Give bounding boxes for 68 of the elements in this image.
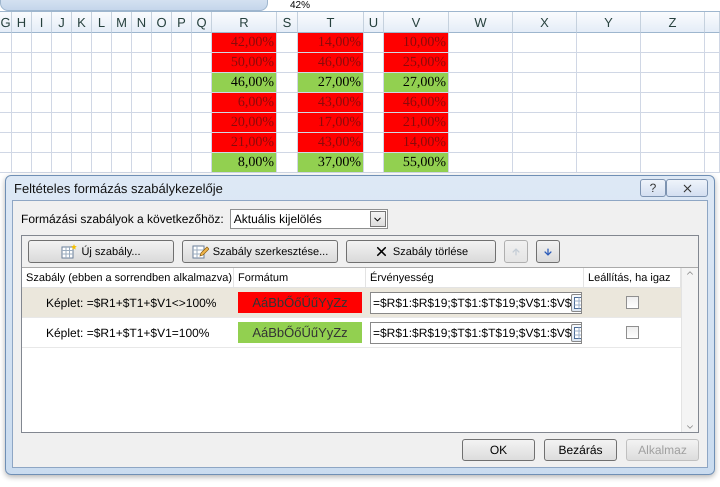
arrow-up-icon (511, 246, 521, 258)
close-icon (680, 182, 694, 194)
table-cell: 27,00% (384, 73, 449, 93)
scope-dropdown[interactable]: Aktuális kijelölés (230, 209, 388, 229)
column-header[interactable]: G (0, 12, 12, 33)
column-header[interactable]: X (513, 12, 577, 33)
table-cell: 27,00% (298, 73, 364, 93)
column-header[interactable]: Y (577, 12, 641, 33)
column-header[interactable]: Q (192, 12, 212, 33)
column-header[interactable]: O (152, 12, 172, 33)
rule-condition: Képlet: =$R1+$T1+$V1=100% (45, 326, 210, 340)
stop-if-true-checkbox[interactable] (626, 326, 639, 339)
table-cell: 46,00% (298, 53, 364, 73)
table-cell: 55,00% (384, 153, 449, 173)
dialog-button[interactable]: Bezárás (544, 439, 617, 461)
table-cell: 21,00% (384, 113, 449, 133)
table-cell: 14,00% (298, 33, 364, 53)
column-header[interactable]: V (384, 12, 449, 33)
column-header[interactable]: S (277, 12, 298, 33)
edit-rule-button[interactable]: Szabály szerkesztése... (182, 240, 338, 263)
applies-to-field[interactable]: =$R$1:$R$19;$T$1:$T$19;$V$1:$V$ (370, 292, 582, 314)
move-down-button[interactable] (536, 240, 560, 263)
arrow-down-icon (543, 246, 553, 258)
new-rule-button[interactable]: Új szabály... (28, 240, 174, 263)
table-cell: 8,00% (212, 153, 277, 173)
new-rule-icon (61, 244, 78, 259)
table-cell: 37,00% (298, 153, 364, 173)
rule-condition: Képlet: =$R1+$T1+$V1<>100% (45, 296, 218, 310)
edit-rule-icon (192, 244, 209, 259)
table-cell: 42,00% (212, 33, 277, 53)
column-header[interactable]: U (364, 12, 384, 33)
column-header[interactable]: W (449, 12, 513, 33)
table-cell: 14,00% (384, 133, 449, 153)
column-header[interactable]: H (12, 12, 32, 33)
table-cell: 25,00% (384, 53, 449, 73)
rule-row[interactable]: Képlet: =$R1+$T1+$V1<>100% AáBbŐőŰűYyZz =$R$1:$R$19;$T$1:$T$19;$V$1:$V$ (22, 288, 681, 318)
column-header[interactable]: J (52, 12, 72, 33)
table-cell: 10,00% (384, 33, 449, 53)
table-cell: 20,00% (212, 113, 277, 133)
scrollbar[interactable] (681, 268, 698, 432)
column-header[interactable]: P (172, 12, 192, 33)
column-header[interactable]: R (212, 12, 277, 33)
dialog-title: Feltételes formázás szabálykezelője (13, 180, 223, 196)
applies-to-field[interactable]: =$R$1:$R$19;$T$1:$T$19;$V$1:$V$ (370, 322, 582, 344)
column-header[interactable]: K (72, 12, 92, 33)
table-cell: 50,00% (212, 53, 277, 73)
table-cell: 6,00% (212, 93, 277, 113)
scope-label: Formázási szabályok a következőhöz: (21, 212, 224, 226)
table-cell: 43,00% (298, 133, 364, 153)
table-cell: 17,00% (298, 113, 364, 133)
table-cell: 43,00% (298, 93, 364, 113)
close-button[interactable] (666, 179, 708, 197)
column-header[interactable]: T (298, 12, 364, 33)
column-header[interactable]: M (112, 12, 132, 33)
format-preview: AáBbŐőŰűYyZz (238, 322, 362, 343)
formula-bar-value: 42% (290, 0, 310, 11)
delete-rule-button[interactable]: Szabály törlése (346, 240, 496, 263)
column-header[interactable]: Z (641, 12, 705, 33)
help-button[interactable]: ? (640, 179, 666, 197)
format-preview: AáBbŐőŰűYyZz (238, 292, 362, 313)
column-header[interactable]: L (92, 12, 112, 33)
column-header[interactable]: I (32, 12, 52, 33)
stop-if-true-checkbox[interactable] (626, 296, 639, 309)
table-cell: 21,00% (212, 133, 277, 153)
dialog-button[interactable]: OK (462, 439, 535, 461)
table-cell: 46,00% (212, 73, 277, 93)
table-cell: 46,00% (384, 93, 449, 113)
column-header[interactable]: N (132, 12, 152, 33)
